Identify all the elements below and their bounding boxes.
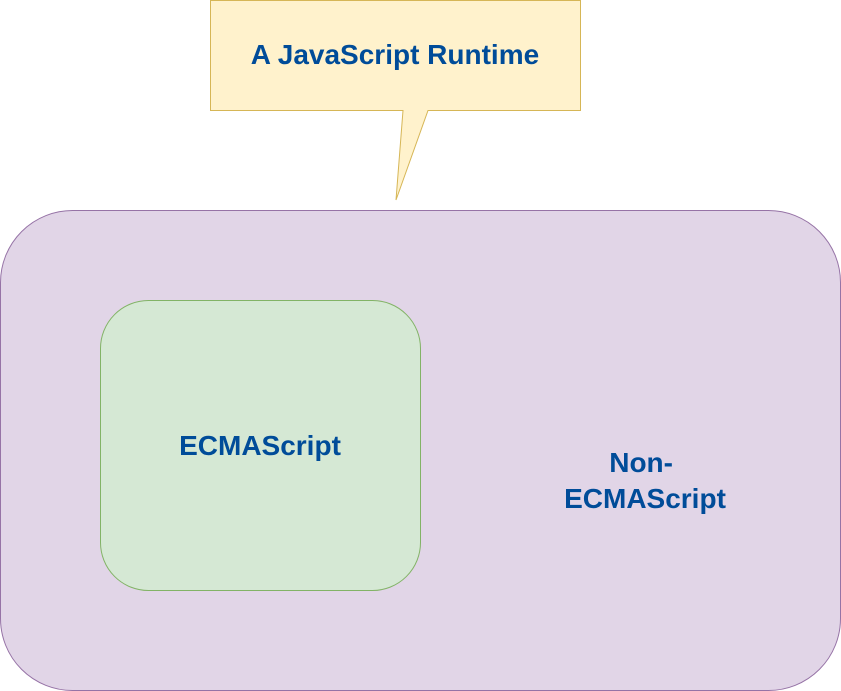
javascript-runtime-diagram: ECMAScript Non- ECMAScript A JavaScript … bbox=[0, 0, 841, 691]
callout-label: A JavaScript Runtime bbox=[251, 39, 539, 70]
non-ecmascript-label-line1: Non- bbox=[609, 447, 673, 478]
non-ecmascript-label-line2: ECMAScript bbox=[564, 483, 726, 514]
ecmascript-label: ECMAScript bbox=[179, 430, 341, 461]
runtime-callout bbox=[210, 0, 581, 201]
